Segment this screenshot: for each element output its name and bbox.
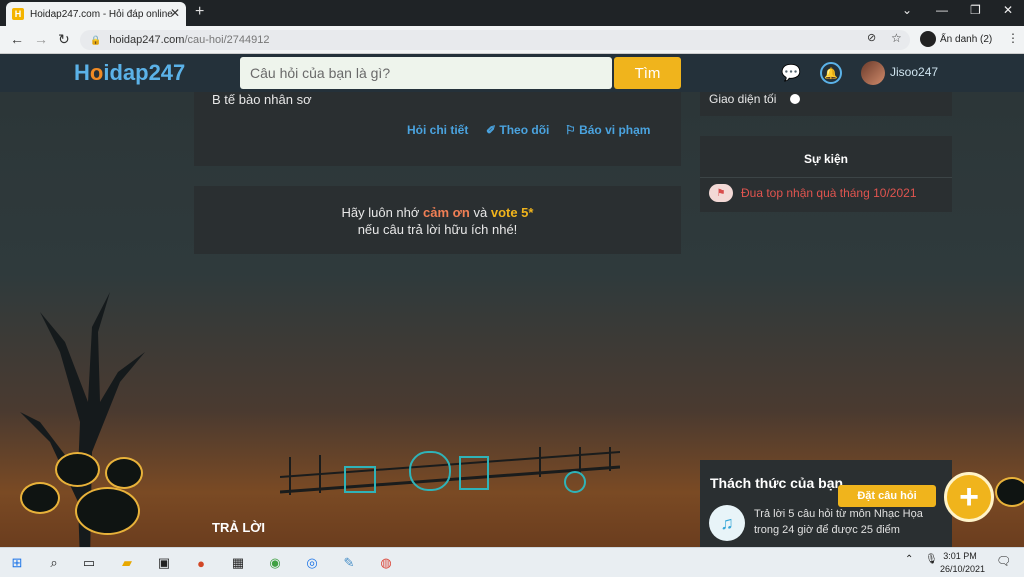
- reminder-middle: và: [469, 205, 491, 220]
- file-explorer-icon[interactable]: ▰: [116, 552, 138, 574]
- logo-pumpkin-letter: o: [89, 60, 104, 85]
- site-logo[interactable]: Hoidap247: [74, 60, 185, 86]
- profile-label: Ẩn danh (2): [940, 33, 993, 45]
- reminder-prefix: Hãy luôn nhớ: [341, 205, 424, 220]
- events-title: Sự kiện: [803, 152, 849, 166]
- avatar[interactable]: [861, 61, 885, 85]
- challenge-title: Thách thức của bạn: [710, 475, 844, 491]
- events-divider: [700, 177, 952, 178]
- challenge-text: Trả lời 5 câu hỏi từ môn Nhạc Họa trong …: [754, 508, 923, 536]
- follow-link[interactable]: ✐ Theo dõi: [486, 123, 549, 137]
- reminder-text: Hãy luôn nhớ cảm ơn và vote 5* nếu câu t…: [194, 204, 681, 238]
- favicon-icon: H: [12, 8, 24, 20]
- chrome-icon[interactable]: ◍: [375, 552, 397, 574]
- address-bar: ← → ↻ 🔒 hoidap247.com /cau-hoi/2744912 ⊘…: [0, 26, 1024, 54]
- dark-mode-toggle[interactable]: [790, 94, 800, 104]
- pumpkin-icon: [55, 452, 100, 487]
- bell-icon[interactable]: 🔔: [820, 62, 842, 84]
- url-field[interactable]: 🔒 hoidap247.com /cau-hoi/2744912: [80, 30, 910, 50]
- app-blue-icon[interactable]: ◎: [301, 552, 323, 574]
- answer-text: B tế bào nhân sơ: [212, 92, 312, 107]
- microphone-icon[interactable]: 🎙: [925, 554, 938, 565]
- pumpkin-icon: [105, 457, 143, 489]
- app-green-icon[interactable]: ◉: [264, 552, 286, 574]
- task-view-icon[interactable]: ▭: [78, 552, 100, 574]
- music-note-icon: ♫: [709, 505, 745, 541]
- new-tab-icon[interactable]: +: [195, 3, 204, 21]
- answers-heading: TRẢ LỜI: [212, 520, 265, 535]
- clock-date: 26/10/2021: [940, 564, 986, 574]
- taskbar: ⊞ ⌕ ▭ ▰ ▣ ● ▦ ◉ ◎ ✎ ◍ ⌃ 🎙 3:01 PM 26/10/…: [0, 547, 1024, 577]
- dark-mode-label: Giao diện tối: [709, 92, 777, 106]
- back-icon[interactable]: ←: [10, 31, 24, 47]
- browser-tab[interactable]: H Hoidap247.com - Hỏi đáp online ✕: [6, 2, 186, 26]
- lock-icon: 🔒: [90, 34, 102, 45]
- reload-icon[interactable]: ↻: [58, 31, 70, 48]
- taskbar-clock[interactable]: 3:01 PM 26/10/2021: [940, 550, 986, 576]
- powerpoint-icon[interactable]: ●: [190, 552, 212, 574]
- event-link[interactable]: Đua top nhận quà tháng 10/2021: [741, 186, 917, 200]
- events-card: [700, 136, 952, 212]
- incognito-icon: [920, 31, 936, 47]
- tab-title: Hoidap247.com - Hỏi đáp online: [30, 8, 173, 20]
- graveyard-fence-icon: [280, 447, 620, 495]
- paint-icon[interactable]: ✎: [338, 552, 360, 574]
- pumpkin-icon: [20, 482, 60, 514]
- logo-letter: H: [74, 60, 90, 85]
- tab-close-icon[interactable]: ✕: [170, 6, 180, 20]
- browser-tab-bar: H Hoidap247.com - Hỏi đáp online ✕ + ⌄ —…: [0, 0, 1024, 26]
- profile-button[interactable]: Ẩn danh (2): [920, 31, 992, 47]
- notifications-icon[interactable]: 🗨: [996, 554, 1011, 568]
- username[interactable]: Jisoo247: [890, 65, 938, 79]
- store-icon[interactable]: ▣: [153, 552, 175, 574]
- calculator-icon[interactable]: ▦: [227, 552, 249, 574]
- reminder-line2: nếu câu trả lời hữu ích nhé!: [357, 222, 518, 237]
- menu-dots-icon[interactable]: ⋮: [1007, 31, 1019, 45]
- close-icon[interactable]: ✕: [1003, 3, 1013, 17]
- minimize-icon[interactable]: —: [936, 3, 948, 17]
- restore-icon[interactable]: ❐: [970, 3, 981, 17]
- search-input[interactable]: Câu hỏi của bạn là gì?: [240, 57, 612, 89]
- url-path: /cau-hoi/2744912: [184, 34, 270, 46]
- tab-search-icon[interactable]: ⌄: [902, 3, 912, 17]
- search-button[interactable]: Tìm: [614, 57, 681, 89]
- pumpkin-icon: [75, 487, 140, 535]
- ask-question-button[interactable]: +: [944, 472, 994, 522]
- report-link[interactable]: ⚐ Báo vi phạm: [565, 123, 650, 137]
- url-host: hoidap247.com: [109, 34, 185, 46]
- incognito-eye-icon[interactable]: ⊘: [867, 31, 876, 44]
- site-header: Hoidap247 Câu hỏi của bạn là gì? Tìm 💬 🔔…: [0, 54, 1024, 92]
- chat-icon[interactable]: 💬: [780, 62, 802, 84]
- windows-start-icon[interactable]: ⊞: [6, 552, 28, 574]
- tray-chevron-icon[interactable]: ⌃: [905, 554, 913, 565]
- logo-rest: idap247: [103, 60, 186, 85]
- ask-detail-link[interactable]: Hỏi chi tiết: [407, 123, 468, 137]
- flag-icon: ⚑: [709, 184, 733, 202]
- reminder-vote: vote 5*: [490, 205, 534, 220]
- clock-time: 3:01 PM: [943, 551, 977, 561]
- forward-icon[interactable]: →: [34, 31, 48, 47]
- pumpkin-icon: [995, 477, 1024, 507]
- reminder-thank: cảm ơn: [423, 205, 470, 220]
- ask-question-label[interactable]: Đặt câu hỏi: [838, 485, 936, 507]
- search-icon[interactable]: ⌕: [43, 552, 65, 574]
- bookmark-star-icon[interactable]: ☆: [891, 31, 902, 45]
